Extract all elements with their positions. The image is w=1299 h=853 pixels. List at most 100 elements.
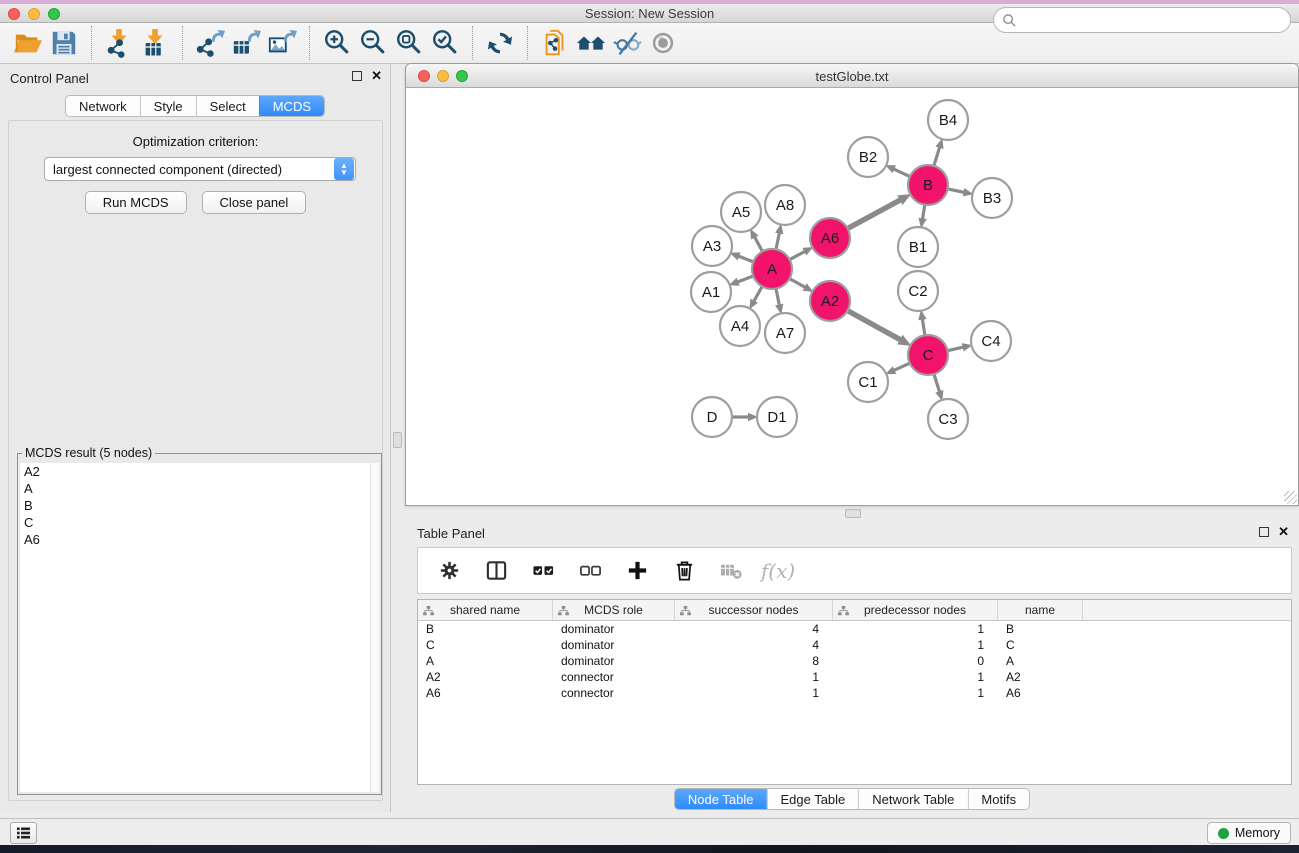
open-session-button[interactable] bbox=[10, 26, 46, 60]
resize-grip[interactable] bbox=[1284, 491, 1297, 504]
edge-A2-C[interactable] bbox=[848, 311, 912, 346]
node-C[interactable]: C bbox=[908, 335, 948, 375]
deselect-all-button[interactable] bbox=[575, 557, 605, 585]
edge-A-A2[interactable] bbox=[790, 279, 814, 292]
node-A6[interactable]: A6 bbox=[810, 218, 850, 258]
vertical-splitter[interactable] bbox=[391, 64, 405, 812]
edge-A-A7[interactable] bbox=[775, 289, 783, 315]
edge-A-A6[interactable] bbox=[790, 247, 814, 260]
tab-style[interactable]: Style bbox=[140, 96, 196, 116]
edge-A-A4[interactable] bbox=[749, 286, 762, 309]
column-header-successor-nodes[interactable]: successor nodes bbox=[675, 600, 833, 620]
edge-A-A3[interactable] bbox=[730, 252, 754, 261]
node-C2[interactable]: C2 bbox=[898, 271, 938, 311]
table-row[interactable]: Adominator80A bbox=[418, 653, 1291, 669]
table-tab-edge-table[interactable]: Edge Table bbox=[766, 789, 858, 809]
import-table-button[interactable] bbox=[137, 26, 173, 60]
column-header-predecessor-nodes[interactable]: predecessor nodes bbox=[833, 600, 998, 620]
column-header-shared-name[interactable]: shared name bbox=[418, 600, 553, 620]
export-image-button[interactable] bbox=[264, 26, 300, 60]
tab-select[interactable]: Select bbox=[196, 96, 259, 116]
mcds-result-list[interactable]: A2ABCA6 bbox=[20, 463, 370, 792]
edge-B-B2[interactable] bbox=[885, 165, 910, 177]
node-A[interactable]: A bbox=[752, 249, 792, 289]
tab-network[interactable]: Network bbox=[66, 96, 140, 116]
node-A2[interactable]: A2 bbox=[810, 281, 850, 321]
column-header-name[interactable]: name bbox=[998, 600, 1083, 620]
node-A7[interactable]: A7 bbox=[765, 313, 805, 353]
table-tab-node-table[interactable]: Node Table bbox=[675, 789, 767, 809]
zoom-selected-button[interactable] bbox=[427, 26, 463, 60]
export-network-button[interactable] bbox=[192, 26, 228, 60]
table-tab-network-table[interactable]: Network Table bbox=[858, 789, 967, 809]
edge-D-D1[interactable] bbox=[732, 413, 758, 422]
clipboard-network-button[interactable] bbox=[537, 26, 573, 60]
node-D[interactable]: D bbox=[692, 397, 732, 437]
edge-A-A8[interactable] bbox=[775, 224, 783, 250]
task-history-button[interactable] bbox=[10, 822, 37, 844]
edge-C-C3[interactable] bbox=[934, 374, 943, 401]
node-A5[interactable]: A5 bbox=[721, 192, 761, 232]
node-C1[interactable]: C1 bbox=[848, 362, 888, 402]
node-A3[interactable]: A3 bbox=[692, 226, 732, 266]
edge-C-C2[interactable] bbox=[918, 310, 926, 335]
zoom-out-button[interactable] bbox=[355, 26, 391, 60]
edge-A-A1[interactable] bbox=[729, 276, 754, 286]
node-B2[interactable]: B2 bbox=[848, 137, 888, 177]
memory-button[interactable]: Memory bbox=[1207, 822, 1291, 844]
table-row[interactable]: Bdominator41B bbox=[418, 621, 1291, 637]
edge-C-C4[interactable] bbox=[948, 343, 973, 351]
show-results-button[interactable] bbox=[645, 26, 681, 60]
table-row[interactable]: Cdominator41C bbox=[418, 637, 1291, 653]
result-item[interactable]: C bbox=[20, 514, 370, 531]
home-button[interactable] bbox=[573, 26, 609, 60]
table-row[interactable]: A6connector11A6 bbox=[418, 685, 1291, 701]
table-tab-motifs[interactable]: Motifs bbox=[967, 789, 1029, 809]
edge-A6-B[interactable] bbox=[848, 194, 912, 228]
import-network-button[interactable] bbox=[101, 26, 137, 60]
edge-B-B1[interactable] bbox=[918, 205, 926, 228]
network-window-titlebar[interactable]: testGlobe.txt bbox=[406, 64, 1298, 88]
close-panel-icon[interactable]: ✕ bbox=[371, 71, 382, 81]
save-session-button[interactable] bbox=[46, 26, 82, 60]
network-canvas[interactable]: AA1A2A3A4A5A6A7A8BB1B2B3B4CC1C2C3C4DD1 bbox=[406, 88, 1298, 505]
horizontal-splitter[interactable] bbox=[405, 506, 1299, 521]
add-column-button[interactable] bbox=[622, 557, 652, 585]
edge-B-B3[interactable] bbox=[948, 188, 974, 196]
search-field[interactable] bbox=[993, 7, 1291, 33]
close-panel-button[interactable]: Close panel bbox=[202, 191, 307, 214]
node-B3[interactable]: B3 bbox=[972, 178, 1012, 218]
node-C3[interactable]: C3 bbox=[928, 399, 968, 439]
tab-mcds[interactable]: MCDS bbox=[259, 96, 324, 116]
hide-results-button[interactable] bbox=[609, 26, 645, 60]
refresh-layout-button[interactable] bbox=[482, 26, 518, 60]
result-scrollbar[interactable] bbox=[370, 463, 379, 792]
table-settings-button[interactable] bbox=[434, 557, 464, 585]
node-B1[interactable]: B1 bbox=[898, 227, 938, 267]
column-header-MCDS-role[interactable]: MCDS role bbox=[553, 600, 675, 620]
splitter-handle[interactable] bbox=[393, 432, 402, 448]
float-panel-icon[interactable] bbox=[1259, 527, 1269, 537]
export-table-button[interactable] bbox=[228, 26, 264, 60]
node-A8[interactable]: A8 bbox=[765, 185, 805, 225]
column-visibility-button[interactable] bbox=[481, 557, 511, 585]
table-row[interactable]: A2connector11A2 bbox=[418, 669, 1291, 685]
node-A1[interactable]: A1 bbox=[691, 272, 731, 312]
result-item[interactable]: A2 bbox=[20, 463, 370, 480]
node-D1[interactable]: D1 bbox=[757, 397, 797, 437]
search-input[interactable] bbox=[1017, 10, 1290, 30]
node-C4[interactable]: C4 bbox=[971, 321, 1011, 361]
result-item[interactable]: A6 bbox=[20, 531, 370, 548]
network-graph[interactable]: AA1A2A3A4A5A6A7A8BB1B2B3B4CC1C2C3C4DD1 bbox=[406, 88, 1298, 505]
result-item[interactable]: B bbox=[20, 497, 370, 514]
node-table[interactable]: shared nameMCDS rolesuccessor nodesprede… bbox=[417, 599, 1292, 785]
close-panel-icon[interactable]: ✕ bbox=[1278, 527, 1289, 537]
zoom-fit-button[interactable] bbox=[391, 26, 427, 60]
edge-C-C1[interactable] bbox=[885, 363, 909, 374]
splitter-handle[interactable] bbox=[845, 509, 861, 518]
run-mcds-button[interactable]: Run MCDS bbox=[85, 191, 187, 214]
edge-B-B4[interactable] bbox=[934, 138, 944, 166]
float-panel-icon[interactable] bbox=[352, 71, 362, 81]
select-all-button[interactable] bbox=[528, 557, 558, 585]
result-item[interactable]: A bbox=[20, 480, 370, 497]
